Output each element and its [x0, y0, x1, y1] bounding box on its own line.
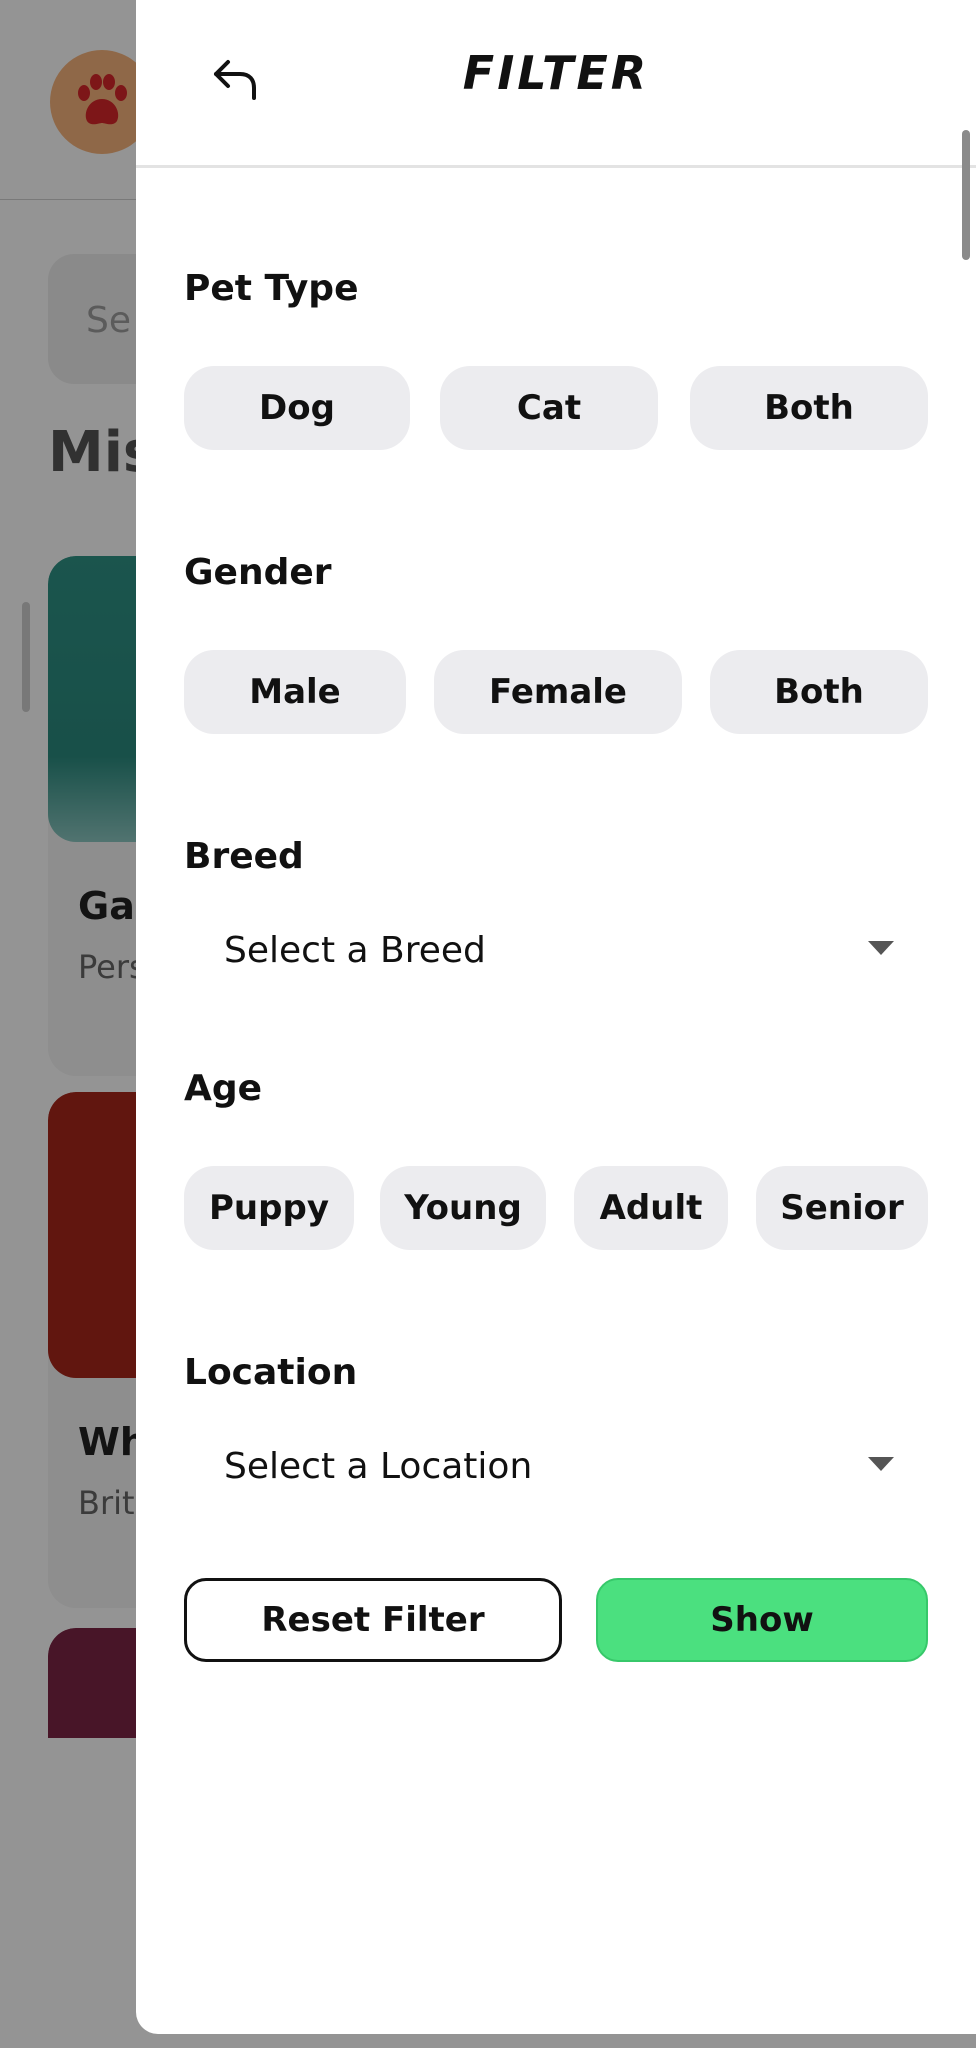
chip-pet-type-dog[interactable]: Dog [184, 366, 410, 450]
chip-pet-type-both[interactable]: Both [690, 366, 928, 450]
chevron-down-icon [868, 1457, 894, 1471]
chip-gender-male[interactable]: Male [184, 650, 406, 734]
chevron-down-icon [868, 941, 894, 955]
chip-pet-type-cat[interactable]: Cat [440, 366, 658, 450]
chip-age-adult[interactable]: Adult [574, 1166, 728, 1250]
page-title: FILTER [462, 46, 650, 100]
location-dropdown[interactable]: Select a Location [184, 1426, 944, 1506]
age-label: Age [184, 1068, 263, 1109]
filter-drawer: FILTER Pet Type Dog Cat Both Gender Male… [136, 0, 976, 2034]
chip-age-young[interactable]: Young [380, 1166, 546, 1250]
location-label: Location [184, 1352, 358, 1393]
reset-filter-button[interactable]: Reset Filter [184, 1578, 562, 1662]
breed-dropdown[interactable]: Select a Breed [184, 910, 944, 990]
breed-label: Breed [184, 836, 304, 877]
screen: Se Mis Ga Pers Wh Briti FILTER Pet Type … [0, 0, 976, 2048]
pet-type-label: Pet Type [184, 268, 359, 309]
show-button[interactable]: Show [596, 1578, 928, 1662]
location-dropdown-value: Select a Location [224, 1445, 533, 1487]
breed-dropdown-value: Select a Breed [224, 929, 486, 971]
chip-age-senior[interactable]: Senior [756, 1166, 928, 1250]
chip-gender-female[interactable]: Female [434, 650, 682, 734]
drawer-header: FILTER [136, 0, 976, 168]
chip-age-puppy[interactable]: Puppy [184, 1166, 354, 1250]
drawer-scrollbar[interactable] [962, 130, 970, 260]
gender-label: Gender [184, 552, 332, 593]
chip-gender-both[interactable]: Both [710, 650, 928, 734]
